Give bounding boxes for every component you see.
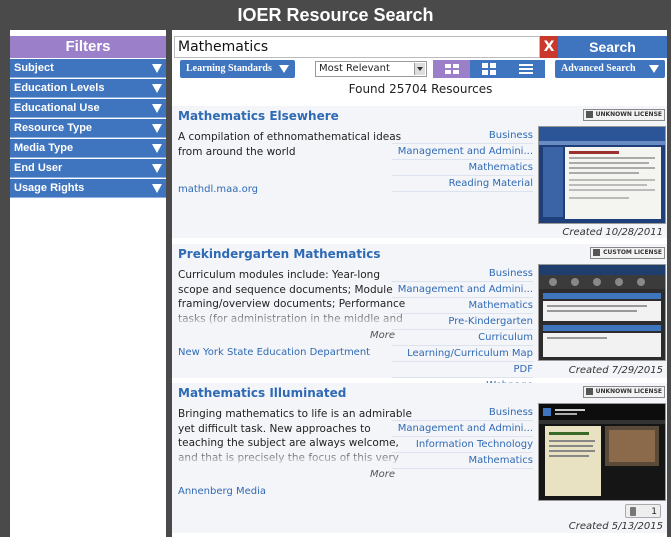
- triangle-down-icon: [152, 164, 162, 173]
- triangle-down-icon: [152, 104, 162, 113]
- created-date: Created 10/28/2011: [562, 227, 663, 238]
- description-fade: [172, 447, 408, 467]
- result-card: Mathematics Elsewhere UNKNOWN LICENSE A …: [172, 106, 667, 238]
- search-input[interactable]: Mathematics: [174, 36, 540, 58]
- filter-educational-use[interactable]: Educational Use: [10, 99, 166, 118]
- result-source[interactable]: mathdl.maa.org: [178, 184, 258, 195]
- subject-tag[interactable]: Business: [391, 266, 533, 282]
- result-title[interactable]: Mathematics Elsewhere: [178, 109, 339, 123]
- result-description: A compilation of ethnomathematical ideas…: [178, 131, 402, 158]
- sort-selected-label: Most Relevant: [319, 63, 390, 74]
- triangle-down-icon: [279, 65, 289, 73]
- license-badge[interactable]: UNKNOWN LICENSE: [582, 109, 665, 121]
- filters-heading: Filters: [10, 36, 166, 58]
- view-list-button[interactable]: [507, 60, 545, 78]
- left-frame: [0, 30, 10, 537]
- description-fade: [172, 308, 408, 328]
- right-frame: [667, 30, 671, 537]
- subject-tag[interactable]: Business: [391, 128, 533, 144]
- subject-tag[interactable]: Information Technology: [391, 437, 533, 453]
- subject-list: Business Management and Admini... Mathem…: [391, 128, 533, 192]
- filter-label: Education Levels: [14, 82, 105, 94]
- subject-tag[interactable]: Mathematics: [391, 160, 533, 176]
- filter-label: Educational Use: [14, 102, 100, 114]
- resource-thumbnail[interactable]: [538, 264, 666, 361]
- clear-search-button[interactable]: X: [540, 36, 558, 58]
- subject-tag[interactable]: Management and Admini...: [391, 421, 533, 437]
- license-badge[interactable]: CUSTOM LICENSE: [590, 247, 665, 259]
- triangle-down-icon: [152, 84, 162, 93]
- filter-education-levels[interactable]: Education Levels: [10, 79, 166, 98]
- resource-thumbnail[interactable]: [538, 403, 666, 501]
- subject-tag[interactable]: Mathematics: [391, 453, 533, 469]
- result-card: Prekindergarten Mathematics CUSTOM LICEN…: [172, 244, 667, 394]
- more-link[interactable]: More: [370, 469, 395, 480]
- sort-select[interactable]: Most Relevant: [315, 61, 427, 77]
- results-count: Found 25704 Resources: [348, 82, 493, 96]
- grid-view-icon: [482, 63, 496, 75]
- dropdown-arrow-icon: [414, 63, 425, 75]
- filter-label: End User: [14, 162, 63, 174]
- filter-media-type[interactable]: Media Type: [10, 139, 166, 158]
- subject-list: Business Management and Admini... Inform…: [391, 405, 533, 469]
- resource-thumbnail[interactable]: [538, 126, 666, 224]
- subject-tag[interactable]: Mathematics: [391, 298, 533, 314]
- result-source[interactable]: Annenberg Media: [178, 486, 266, 497]
- advanced-search-button[interactable]: Advanced Search: [555, 60, 665, 78]
- filter-label: Usage Rights: [14, 182, 85, 194]
- subject-tag[interactable]: Management and Admini...: [391, 144, 533, 160]
- filter-subject[interactable]: Subject: [10, 59, 166, 78]
- thumbnail-image: [539, 265, 665, 357]
- result-title[interactable]: Mathematics Illuminated: [178, 386, 346, 400]
- triangle-down-icon: [152, 144, 162, 153]
- button-label: Advanced Search: [561, 63, 636, 74]
- subject-tag[interactable]: Reading Material: [391, 176, 533, 192]
- view-grid-button[interactable]: [470, 60, 508, 78]
- button-label: Learning Standards: [186, 63, 272, 74]
- filter-end-user[interactable]: End User: [10, 159, 166, 178]
- created-date: Created 5/13/2015: [568, 521, 663, 532]
- result-source[interactable]: New York State Education Department: [178, 347, 370, 358]
- page-title: IOER Resource Search: [0, 0, 671, 30]
- created-date: Created 7/29/2015: [568, 365, 663, 376]
- compact-view-icon: [445, 64, 459, 74]
- result-card: Mathematics Illuminated UNKNOWN LICENSE …: [172, 383, 667, 533]
- view-compact-button[interactable]: [433, 60, 471, 78]
- subject-tag[interactable]: Learning/Curriculum Map: [391, 346, 533, 362]
- search-button[interactable]: Search: [558, 36, 667, 58]
- triangle-down-icon: [152, 184, 162, 193]
- subject-list: Business Management and Admini... Mathem…: [391, 266, 533, 394]
- subject-tag[interactable]: Curriculum: [391, 330, 533, 346]
- subject-tag[interactable]: Management and Admini...: [391, 282, 533, 298]
- result-title[interactable]: Prekindergarten Mathematics: [178, 247, 381, 261]
- triangle-down-icon: [152, 124, 162, 133]
- triangle-down-icon: [649, 65, 659, 73]
- filter-label: Media Type: [14, 142, 74, 154]
- filter-resource-type[interactable]: Resource Type: [10, 119, 166, 138]
- triangle-down-icon: [152, 64, 162, 73]
- learning-standards-button[interactable]: Learning Standards: [180, 60, 295, 78]
- subject-tag[interactable]: PDF: [391, 362, 533, 378]
- license-badge[interactable]: UNKNOWN LICENSE: [582, 386, 665, 398]
- thumbnail-image: [539, 127, 665, 219]
- like-button[interactable]: 1: [625, 504, 661, 518]
- list-view-icon: [519, 64, 533, 74]
- thumbnail-image: [539, 404, 665, 496]
- subject-tag[interactable]: Pre-Kindergarten: [391, 314, 533, 330]
- filter-label: Subject: [14, 62, 54, 74]
- subject-tag[interactable]: Business: [391, 405, 533, 421]
- filter-label: Resource Type: [14, 122, 93, 134]
- filter-usage-rights[interactable]: Usage Rights: [10, 179, 166, 198]
